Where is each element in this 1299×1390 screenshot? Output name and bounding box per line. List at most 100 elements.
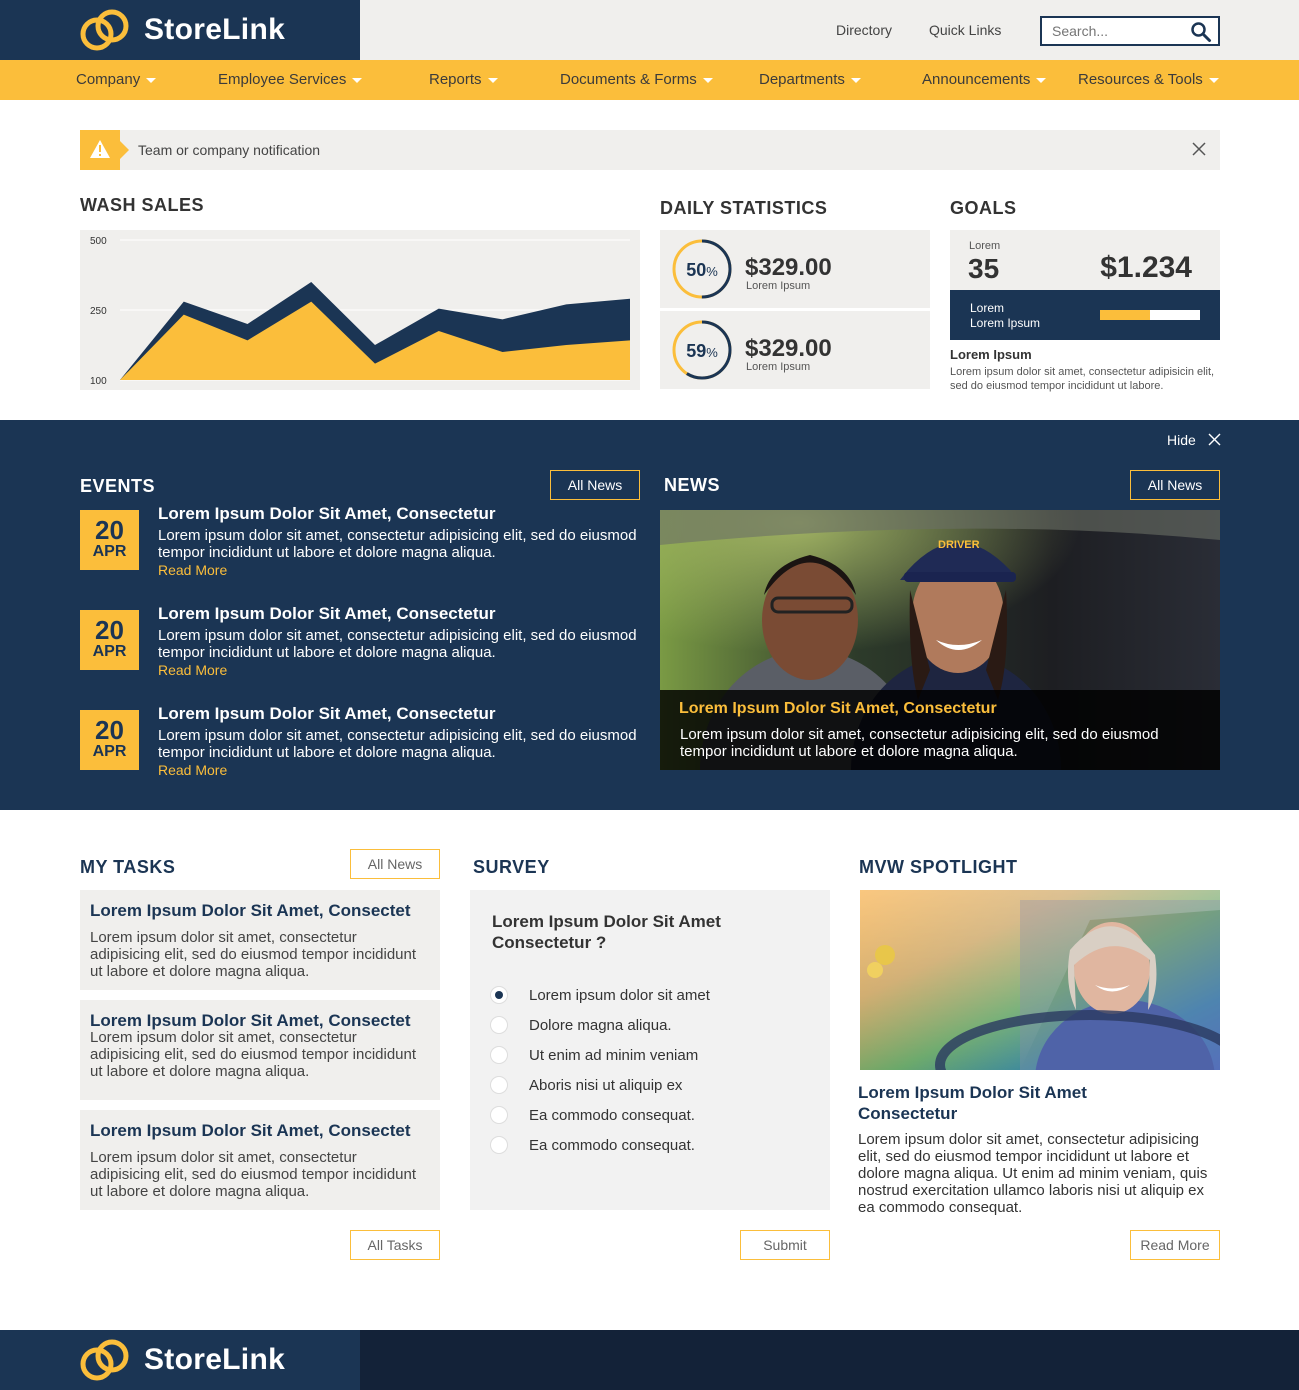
event-date-badge: 20 APR (80, 510, 139, 570)
survey-question-line: Consectetur ? (492, 933, 607, 952)
goal-body: Lorem ipsum dolor sit amet, consectetur … (950, 366, 1215, 392)
survey-option-label: Ea commodo consequat. (529, 1107, 695, 1124)
my-tasks-title: MY TASKS (80, 857, 176, 877)
task-card[interactable]: Lorem Ipsum Dolor Sit Amet, Consectet Lo… (80, 890, 440, 990)
task-body: Lorem ipsum dolor sit amet, consectetur … (90, 1029, 417, 1080)
survey-title: SURVEY (473, 857, 550, 877)
news-all-news-button[interactable]: All News (1130, 470, 1220, 500)
task-title: Lorem Ipsum Dolor Sit Amet, Consectet (90, 1121, 411, 1140)
goal-small-label: Lorem (969, 240, 1001, 252)
event-title[interactable]: Lorem Ipsum Dolor Sit Amet, Consectetur (158, 704, 496, 724)
notification-text: Team or company notification (138, 142, 321, 158)
y-tick-label: 250 (90, 306, 107, 317)
caret-down-icon (146, 77, 157, 83)
survey-option-label: Aboris nisi ut aliquip ex (529, 1077, 683, 1094)
goals-title: GOALS (950, 198, 1017, 218)
nav-label: Reports (429, 71, 482, 88)
radio-button[interactable] (490, 1016, 508, 1034)
tasks-all-news-button[interactable]: All News (350, 849, 440, 879)
all-tasks-button[interactable]: All Tasks (350, 1230, 440, 1260)
task-body: Lorem ipsum dolor sit amet, consectetur … (90, 929, 417, 980)
event-read-more-link[interactable]: Read More (158, 562, 227, 578)
warning-badge (80, 130, 129, 170)
nav-label: Employee Services (218, 71, 347, 88)
close-icon[interactable] (1208, 433, 1221, 446)
goal-bar-label: Lorem (970, 301, 1005, 315)
radio-button[interactable] (490, 1046, 508, 1064)
nav-item-employee-services[interactable]: Employee Services (218, 71, 363, 88)
search-input[interactable] (1042, 18, 1182, 44)
stat-label: Lorem Ipsum (746, 361, 811, 373)
news-title: NEWS (664, 475, 720, 495)
event-read-more-link[interactable]: Read More (158, 762, 227, 778)
spotlight-read-more-button[interactable]: Read More (1130, 1230, 1220, 1260)
goal-progress-bar (1100, 310, 1200, 320)
event-month: APR (92, 743, 127, 760)
event-date-badge: 20 APR (80, 710, 139, 770)
radio-button[interactable] (490, 986, 508, 1004)
footer-logo-block[interactable]: StoreLink (0, 1330, 360, 1390)
chart-svg: 500 250 100 (90, 236, 630, 387)
radio-button[interactable] (490, 1136, 508, 1154)
nav-item-announcements[interactable]: Announcements (922, 71, 1047, 88)
survey-question: Lorem Ipsum Dolor Sit Amet Consectetur ? (492, 911, 721, 953)
daily-statistics-title: DAILY STATISTICS (660, 198, 828, 218)
header-logo-block[interactable]: StoreLink (0, 0, 360, 60)
brand-name: StoreLink (144, 13, 286, 46)
stat-amount: $329.00 (745, 335, 832, 362)
stat-label: Lorem Ipsum (746, 280, 811, 292)
warning-icon (90, 140, 110, 158)
event-day: 20 (95, 515, 124, 545)
nav-label: Company (76, 71, 141, 88)
nav-item-documents-forms[interactable]: Documents & Forms (560, 71, 713, 88)
event-date-badge: 20 APR (80, 610, 139, 670)
goal-amount: $1.234 (1100, 251, 1192, 284)
y-tick-label: 100 (90, 376, 107, 387)
main-nav: Company Employee Services Reports Docume… (0, 60, 1299, 100)
survey-question-line: Lorem Ipsum Dolor Sit Amet (492, 912, 721, 931)
goal-progress-panel: Lorem Lorem Ipsum (950, 290, 1220, 340)
news-caption: Lorem Ipsum Dolor Sit Amet, Consectetur … (660, 690, 1220, 770)
cap-text: DRIVER (938, 539, 980, 551)
event-title[interactable]: Lorem Ipsum Dolor Sit Amet, Consectetur (158, 504, 496, 524)
nav-item-company[interactable]: Company (76, 71, 157, 88)
events-all-news-button[interactable]: All News (550, 470, 640, 500)
hide-label[interactable]: Hide (1167, 432, 1196, 448)
task-card[interactable]: Lorem Ipsum Dolor Sit Amet, Consectet Lo… (80, 1000, 440, 1100)
spotlight-headline-line: Consectetur (858, 1104, 958, 1123)
radio-button[interactable] (490, 1076, 508, 1094)
goal-bar-sublabel: Lorem Ipsum (970, 316, 1041, 330)
search-icon[interactable] (1190, 21, 1212, 43)
directory-link[interactable]: Directory (836, 22, 892, 38)
goal-summary: Lorem 35 $1.234 (950, 230, 1220, 290)
event-body: Lorem ipsum dolor sit amet, consectetur … (158, 627, 637, 661)
survey-panel: Lorem Ipsum Dolor Sit Amet Consectetur ?… (470, 890, 830, 1210)
news-headline[interactable]: Lorem Ipsum Dolor Sit Amet, Consectetur (679, 700, 997, 718)
spotlight-photo[interactable] (860, 890, 1220, 1070)
event-read-more-link[interactable]: Read More (158, 662, 227, 678)
caret-down-icon (352, 77, 363, 83)
nav-label: Resources & Tools (1078, 71, 1203, 88)
nav-label: Documents & Forms (560, 71, 697, 88)
spotlight-headline[interactable]: Lorem Ipsum Dolor Sit Amet Consectetur (858, 1082, 1087, 1124)
quick-links-link[interactable]: Quick Links (929, 22, 1001, 38)
survey-option-label: Ut enim ad minim veniam (529, 1047, 699, 1064)
stat-card: 59% $329.00 Lorem Ipsum (660, 311, 930, 389)
spotlight-photo-image (860, 890, 1220, 1070)
survey-submit-button[interactable]: Submit (740, 1230, 830, 1260)
nav-label: Departments (759, 71, 845, 88)
radio-button[interactable] (490, 1106, 508, 1124)
search-box (1040, 16, 1220, 46)
event-title[interactable]: Lorem Ipsum Dolor Sit Amet, Consectetur (158, 604, 496, 624)
goal-count: 35 (968, 253, 1000, 284)
stat-amount: $329.00 (745, 254, 832, 281)
nav-item-reports[interactable]: Reports (429, 71, 498, 88)
stat-percent: 50% (686, 260, 718, 280)
caret-down-icon (702, 77, 713, 83)
task-title: Lorem Ipsum Dolor Sit Amet, Consectet (90, 1011, 411, 1030)
nav-item-departments[interactable]: Departments (759, 71, 861, 88)
task-card[interactable]: Lorem Ipsum Dolor Sit Amet, Consectet Lo… (80, 1110, 440, 1210)
close-icon[interactable] (1192, 142, 1206, 156)
nav-item-resources-tools[interactable]: Resources & Tools (1078, 71, 1219, 88)
goal-heading: Lorem Ipsum (950, 347, 1032, 362)
